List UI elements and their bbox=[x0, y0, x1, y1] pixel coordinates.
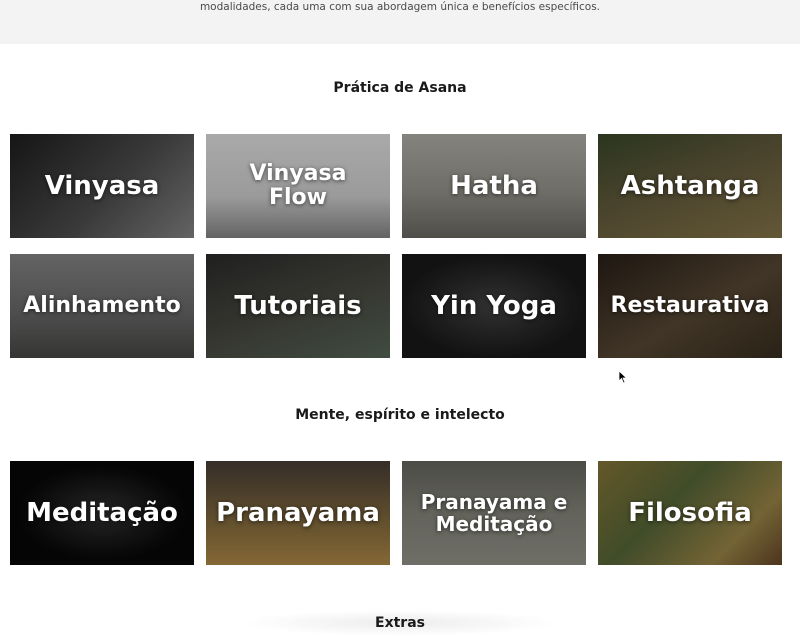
card-label: Pranayama bbox=[216, 497, 380, 528]
card-restaurativa[interactable]: Restaurativa bbox=[598, 254, 782, 358]
mouse-cursor-icon bbox=[618, 370, 628, 384]
card-label: Yin Yoga bbox=[431, 290, 557, 321]
card-label: Pranayama e Meditação bbox=[420, 490, 568, 536]
card-label: Meditação bbox=[26, 497, 178, 528]
card-ashtanga[interactable]: Ashtanga bbox=[598, 134, 782, 238]
card-label: Vinyasa bbox=[44, 170, 160, 201]
card-label: Tutoriais bbox=[234, 290, 362, 321]
intro-text: modalidades, cada uma com sua abordagem … bbox=[199, 1, 601, 13]
card-label: Restaurativa bbox=[610, 292, 770, 318]
card-tutoriais[interactable]: Tutoriais bbox=[206, 254, 390, 358]
card-label: Vinyasa Flow bbox=[249, 160, 347, 210]
card-label: Hatha bbox=[450, 170, 538, 201]
card-label: Ashtanga bbox=[620, 170, 760, 201]
card-alinhamento[interactable]: Alinhamento bbox=[10, 254, 194, 358]
section-title-extras: Extras bbox=[375, 615, 425, 631]
card-pranayama[interactable]: Pranayama bbox=[206, 461, 390, 565]
card-hatha[interactable]: Hatha bbox=[402, 134, 586, 238]
section-title-mind: Mente, espírito e intelecto bbox=[295, 407, 505, 423]
card-meditacao[interactable]: Meditação bbox=[10, 461, 194, 565]
card-vinyasa-flow[interactable]: Vinyasa Flow bbox=[206, 134, 390, 238]
card-pranayama-meditacao[interactable]: Pranayama e Meditação bbox=[402, 461, 586, 565]
section-title-asana: Prática de Asana bbox=[333, 80, 467, 96]
card-label: Alinhamento bbox=[23, 292, 181, 318]
card-vinyasa[interactable]: Vinyasa bbox=[10, 134, 194, 238]
card-label: Filosofia bbox=[628, 497, 752, 528]
card-filosofia[interactable]: Filosofia bbox=[598, 461, 782, 565]
card-yin-yoga[interactable]: Yin Yoga bbox=[402, 254, 586, 358]
